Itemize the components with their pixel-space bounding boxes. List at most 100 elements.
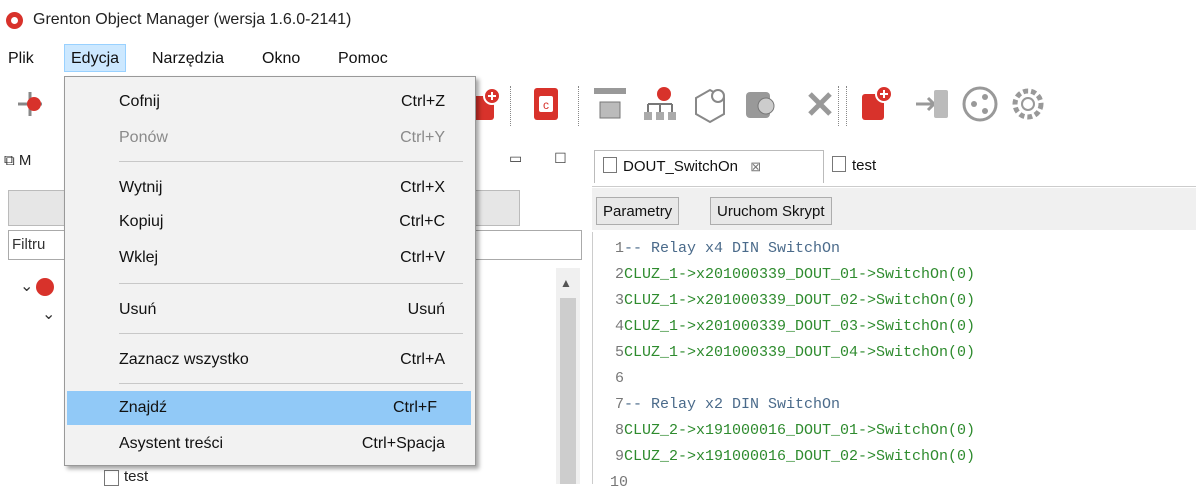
svg-text:c: c	[543, 98, 549, 112]
parameters-button[interactable]: Parametry	[596, 197, 680, 225]
title-bar: Grenton Object Manager (wersja 1.6.0-214…	[0, 0, 1196, 42]
menu-item-shortcut: Ctrl+F	[393, 399, 437, 416]
menu-narzedzia[interactable]: Narzędzia	[146, 44, 230, 72]
menu-plik[interactable]: Plik	[2, 44, 40, 72]
menu-item-shortcut: Ctrl+Z	[401, 93, 445, 110]
menu-bar: Plik Edycja Narzędzia Okno Pomoc	[0, 44, 1196, 72]
menu-item-find[interactable]: Znajdź Ctrl+F	[67, 391, 471, 425]
line-number: 4	[614, 318, 624, 335]
code-text: CLUZ_2->x191000016_DOUT_01->SwitchOn(0)	[624, 422, 976, 439]
menu-item-label: Kopiuj	[119, 213, 164, 230]
hierarchy-icon[interactable]	[640, 84, 680, 124]
toolbar-separator	[510, 86, 511, 126]
menu-item-redo[interactable]: Ponów Ctrl+Y	[65, 121, 475, 155]
import-icon[interactable]	[912, 84, 952, 124]
tree-expand-toggle[interactable]: ⌄	[20, 276, 33, 296]
menu-item-shortcut: Ctrl+Y	[400, 129, 445, 146]
line-number: 8	[614, 422, 624, 439]
menu-item-shortcut: Usuń	[407, 301, 445, 318]
line-number: 2	[614, 266, 624, 283]
menu-item-label: Wklej	[119, 249, 159, 266]
code-line[interactable]: 3CLUZ_1->x201000339_DOUT_02->SwitchOn(0)	[610, 290, 975, 312]
scroll-up-arrow-icon[interactable]: ▲	[560, 276, 572, 290]
cube-icon[interactable]	[690, 84, 730, 124]
tab-dout-switchon[interactable]: DOUT_SwitchOn ⊠	[594, 150, 824, 183]
code-line[interactable]: 5CLUZ_1->x201000339_DOUT_04->SwitchOn(0)	[610, 342, 975, 364]
menu-okno[interactable]: Okno	[256, 44, 306, 72]
menu-item-paste[interactable]: Wklej Ctrl+V	[65, 241, 475, 275]
tree-item-test[interactable]: test	[124, 468, 148, 485]
menu-item-label: Znajdź	[119, 399, 168, 416]
line-number: 5	[614, 344, 624, 361]
tree-expand-toggle[interactable]: ⌄	[42, 304, 55, 324]
code-comment: -- Relay x4 DIN SwitchOn	[624, 240, 841, 257]
panel-tab[interactable]: ⧉ M	[4, 152, 31, 169]
line-number: 7	[614, 396, 624, 413]
code-text: CLUZ_1->x201000339_DOUT_02->SwitchOn(0)	[624, 292, 976, 309]
line-number: 10	[610, 474, 629, 491]
line-number: 9	[614, 448, 624, 465]
menu-item-cut[interactable]: Wytnij Ctrl+X	[65, 171, 475, 205]
menu-item-label: Cofnij	[119, 93, 160, 110]
tab-label: DOUT_SwitchOn	[623, 158, 739, 175]
menu-item-label: Wytnij	[119, 179, 163, 196]
tab-test[interactable]: test	[824, 150, 894, 182]
close-tab-icon[interactable]: ⊠	[750, 159, 761, 174]
line-number: 1	[614, 240, 624, 257]
clu-root-icon	[36, 278, 54, 296]
share-icon[interactable]	[960, 84, 1000, 124]
module-icon[interactable]	[590, 84, 630, 124]
menu-separator	[119, 283, 463, 284]
menu-separator	[119, 161, 463, 162]
menu-edycja[interactable]: Edycja	[64, 44, 127, 72]
menu-pomoc[interactable]: Pomoc	[332, 44, 394, 72]
menu-item-shortcut: Ctrl+V	[400, 249, 445, 266]
code-comment: -- Relay x2 DIN SwitchOn	[624, 396, 841, 413]
code-text: CLUZ_1->x201000339_DOUT_04->SwitchOn(0)	[624, 344, 976, 361]
cloud-script-icon[interactable]: c	[526, 84, 566, 124]
line-number: 3	[614, 292, 624, 309]
window-title: Grenton Object Manager (wersja 1.6.0-214…	[33, 11, 352, 28]
editor-button-bar	[592, 188, 1196, 230]
scrollbar-thumb[interactable]	[560, 298, 576, 484]
menu-item-undo[interactable]: Cofnij Ctrl+Z	[65, 85, 475, 119]
code-line[interactable]: 1-- Relay x4 DIN SwitchOn	[610, 238, 840, 260]
tab-label: test	[852, 157, 877, 174]
code-line[interactable]: 8CLUZ_2->x191000016_DOUT_01->SwitchOn(0)	[610, 420, 975, 442]
menu-item-label: Ponów	[119, 129, 168, 146]
run-script-button[interactable]: Uruchom Skrypt	[710, 197, 832, 225]
menu-item-shortcut: Ctrl+A	[400, 351, 445, 368]
toolbar-separator	[846, 86, 847, 126]
code-line[interactable]: 7-- Relay x2 DIN SwitchOn	[610, 394, 840, 416]
code-line[interactable]: 2CLUZ_1->x201000339_DOUT_01->SwitchOn(0)	[610, 264, 975, 286]
panel-window-controls[interactable]: ▭ ☐	[509, 150, 581, 167]
code-line[interactable]: 4CLUZ_1->x201000339_DOUT_03->SwitchOn(0)	[610, 316, 975, 338]
panel-tab-icon: ⧉	[4, 152, 19, 169]
clu-connect-icon[interactable]	[740, 84, 780, 124]
code-line[interactable]: 9CLUZ_2->x191000016_DOUT_02->SwitchOn(0)	[610, 446, 975, 468]
script-file-icon	[832, 156, 846, 172]
code-text: CLUZ_2->x191000016_DOUT_02->SwitchOn(0)	[624, 448, 976, 465]
remove-icon[interactable]	[800, 84, 840, 124]
menu-item-shortcut: Ctrl+C	[399, 213, 445, 230]
menu-separator	[119, 333, 463, 334]
add-device-icon[interactable]	[856, 84, 896, 124]
menu-item-copy[interactable]: Kopiuj Ctrl+C	[65, 205, 475, 239]
app-logo-icon	[6, 12, 23, 29]
menu-item-select-all[interactable]: Zaznacz wszystko Ctrl+A	[65, 343, 475, 377]
script-file-icon	[603, 157, 617, 173]
code-line[interactable]: 6	[610, 368, 624, 390]
code-text: CLUZ_1->x201000339_DOUT_01->SwitchOn(0)	[624, 266, 976, 283]
add-object-icon[interactable]	[10, 84, 50, 124]
toolbar-separator	[578, 86, 579, 126]
menu-item-label: Asystent treści	[119, 435, 224, 452]
line-number: 6	[614, 370, 624, 387]
code-line[interactable]: 10	[610, 472, 629, 494]
menu-item-content-assist[interactable]: Asystent treści Ctrl+Spacja	[65, 427, 475, 461]
toolbar-separator	[838, 86, 839, 126]
settings-icon[interactable]	[1008, 84, 1048, 124]
code-text: CLUZ_1->x201000339_DOUT_03->SwitchOn(0)	[624, 318, 976, 335]
menu-item-delete[interactable]: Usuń Usuń	[65, 293, 475, 327]
edit-menu-dropdown: Cofnij Ctrl+Z Ponów Ctrl+Y Wytnij Ctrl+X Ko…	[64, 76, 476, 466]
menu-item-shortcut: Ctrl+X	[400, 179, 445, 196]
